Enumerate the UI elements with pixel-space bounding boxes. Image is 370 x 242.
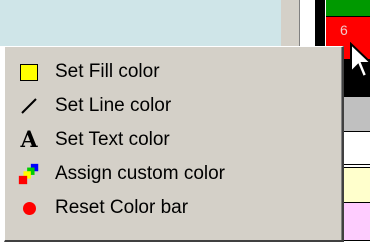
menu-panel: Set Fill color Set Line color A Set Text… bbox=[5, 47, 342, 240]
reset-octagon-icon bbox=[17, 196, 41, 220]
color-cell-label: 6 bbox=[340, 22, 348, 38]
menu-item-label: Set Text color bbox=[55, 129, 170, 150]
menu-item-label: Set Line color bbox=[55, 95, 172, 116]
fill-square-icon bbox=[17, 60, 41, 84]
menu-item-label: Assign custom color bbox=[55, 163, 226, 184]
menu-item-set-text-color[interactable]: A Set Text color bbox=[5, 123, 341, 157]
line-icon bbox=[17, 94, 41, 118]
mouse-cursor-icon bbox=[350, 42, 370, 79]
menu-item-reset-color-bar[interactable]: Reset Color bar bbox=[5, 191, 341, 225]
text-a-icon: A bbox=[20, 127, 38, 153]
custom-color-squares-icon bbox=[17, 162, 41, 186]
menu-item-set-fill-color[interactable]: Set Fill color bbox=[5, 55, 341, 89]
menu-item-label: Set Fill color bbox=[55, 61, 160, 82]
canvas-area bbox=[0, 0, 281, 46]
menu-item-label: Reset Color bar bbox=[55, 197, 189, 218]
menu-item-set-line-color[interactable]: Set Line color bbox=[5, 89, 341, 123]
color-context-menu: Set Fill color Set Line color A Set Text… bbox=[4, 46, 344, 242]
color-cell-green[interactable] bbox=[326, 0, 370, 17]
menu-item-assign-custom-color[interactable]: Assign custom color bbox=[5, 157, 341, 191]
